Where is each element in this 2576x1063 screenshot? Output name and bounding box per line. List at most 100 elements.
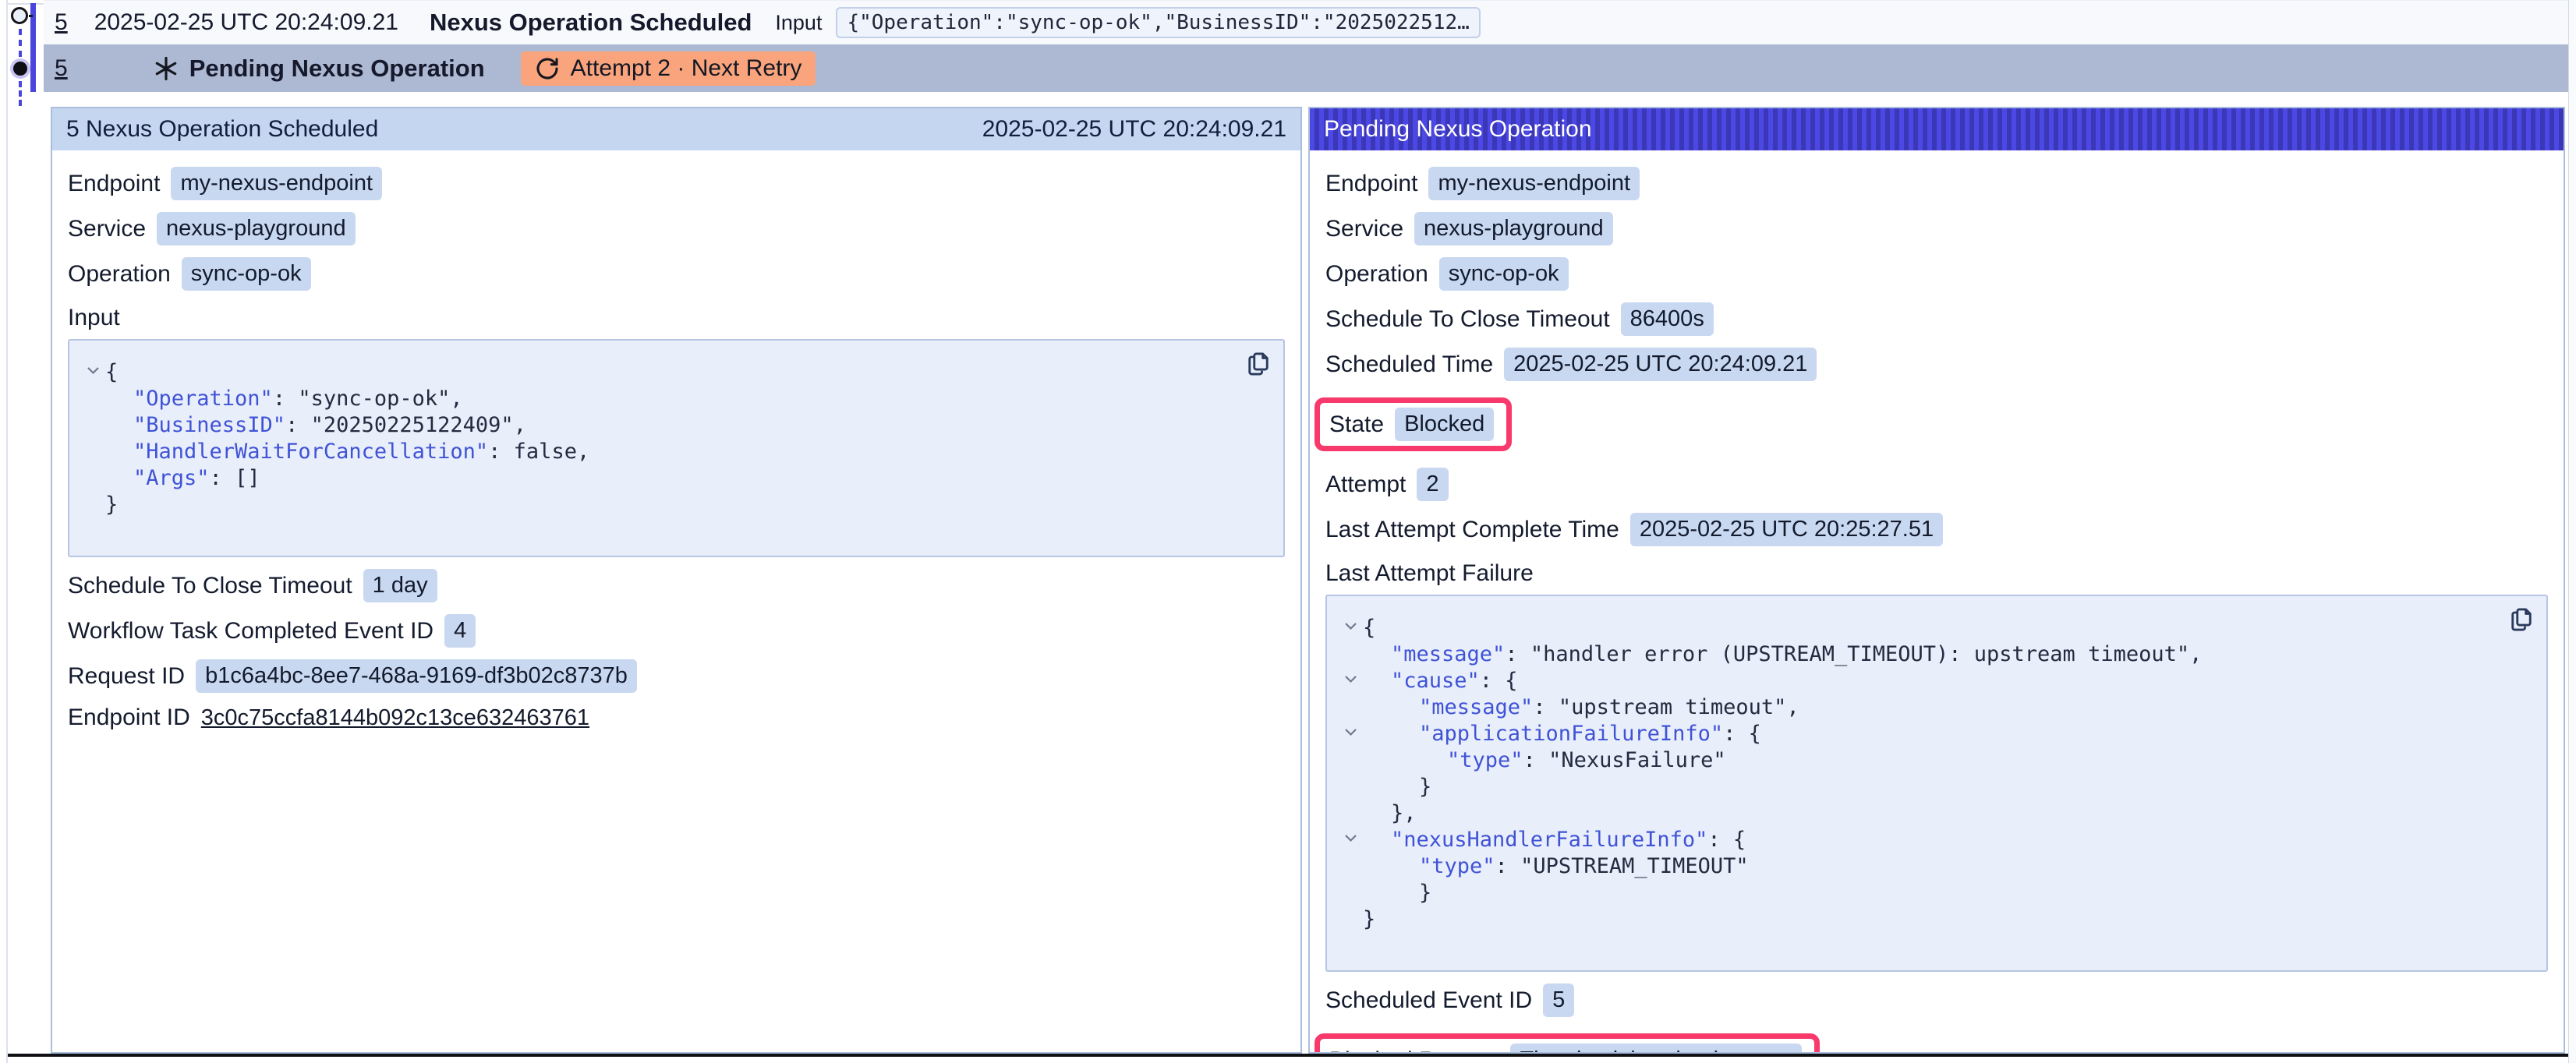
code-text: } <box>105 492 118 518</box>
code-gutter <box>1338 906 1363 913</box>
field-row-operation: Operationsync-op-ok <box>68 257 1285 291</box>
field-row-service: Service nexus-playground <box>68 212 1285 245</box>
event-id-link[interactable]: 5 <box>55 55 68 82</box>
code-line: "message": "handler error (UPSTREAM_TIME… <box>1338 641 2500 668</box>
field-label: Blocked Reason <box>1329 1047 1499 1054</box>
copy-icon[interactable] <box>2507 606 2535 634</box>
field-label: Schedule To Close Timeout <box>68 573 352 599</box>
field-label: Scheduled Time <box>1325 351 1493 378</box>
field-value-link[interactable]: 3c0c75ccfa8144b092c13ce632463761 <box>201 705 589 731</box>
event-row-pending-nexus-operation[interactable]: 5 Pending Nexus Operation Attempt 2 · Ne… <box>44 44 2568 92</box>
field-row-schedule-to-close-timeout: Schedule To Close Timeout1 day <box>68 569 1285 602</box>
code-line: "type": "UPSTREAM_TIMEOUT" <box>1338 853 2500 880</box>
code-line: { <box>1338 615 2500 641</box>
retry-status-badge: Attempt 2 · Next Retry <box>521 51 816 86</box>
field-value-badge: 4 <box>444 614 476 648</box>
code-line: "BusinessID": "20250225122409", <box>80 412 1237 439</box>
code-line: { <box>80 359 1237 386</box>
failure-json-viewer: {"message": "handler error (UPSTREAM_TIM… <box>1325 595 2548 972</box>
code-text: } <box>1419 880 1431 906</box>
code-text: "type": "UPSTREAM_TIMEOUT" <box>1419 853 1749 880</box>
field-label: State <box>1329 411 1384 438</box>
bottom-scroll-boundary <box>8 1054 2568 1057</box>
field-label: Service <box>1325 216 1403 242</box>
code-gutter <box>1338 880 1363 887</box>
field-label: Scheduled Event ID <box>1325 987 1532 1014</box>
code-text: "Operation": "sync-op-ok", <box>133 386 463 412</box>
event-timestamp: 2025-02-25 UTC 20:24:09.21 <box>94 9 398 36</box>
code-line: "cause": { <box>1338 668 2500 694</box>
code-gutter <box>80 465 105 472</box>
retry-badge-label: Attempt 2 · Next Retry <box>571 55 802 82</box>
event-detail-panel-scheduled: 5 Nexus Operation Scheduled 2025-02-25 U… <box>51 107 1302 1054</box>
pending-operation-panel: Pending Nexus Operation Endpointmy-nexus… <box>1308 107 2565 1054</box>
collapse-chevron-icon[interactable] <box>1338 615 1363 630</box>
collapse-chevron-icon[interactable] <box>1338 827 1363 842</box>
timeline-dashed-line <box>19 29 22 57</box>
event-title: Nexus Operation Scheduled <box>430 9 752 37</box>
field-row-last-attempt-complete-time: Last Attempt Complete Time2025-02-25 UTC… <box>1325 513 2548 546</box>
code-text: }, <box>1391 800 1417 827</box>
field-value-badge: 86400s <box>1621 302 1714 336</box>
code-text: "message": "upstream timeout", <box>1419 694 1799 721</box>
field-value-badge: nexus-playground <box>157 212 356 245</box>
code-line: }, <box>1338 800 2500 827</box>
code-text: "applicationFailureInfo": { <box>1419 721 1761 747</box>
input-section-label: Input <box>68 305 1285 331</box>
field-value-badge: sync-op-ok <box>182 257 311 291</box>
pending-panel-title: Pending Nexus Operation <box>1324 116 1592 143</box>
scheduled-panel-timestamp: 2025-02-25 UTC 20:24:09.21 <box>982 116 1286 143</box>
code-line: } <box>1338 774 2500 800</box>
code-text: "message": "handler error (UPSTREAM_TIME… <box>1391 641 2202 668</box>
collapse-chevron-icon[interactable] <box>1338 721 1363 736</box>
event-id-link[interactable]: 5 <box>55 9 68 36</box>
field-row-state: StateBlocked <box>1315 397 1512 451</box>
retry-icon <box>535 56 560 81</box>
field-label: Attempt <box>1325 471 1406 498</box>
code-text: "Args": [] <box>133 465 260 492</box>
field-label: Endpoint <box>1325 171 1417 197</box>
collapse-chevron-icon[interactable] <box>1338 668 1363 683</box>
field-row-request-id: Request ID b1c6a4bc-8ee7-468a-9169-df3b02… <box>68 659 1285 693</box>
code-gutter <box>80 492 105 499</box>
timeline-node-open-icon[interactable] <box>11 7 28 24</box>
code-line: "message": "upstream timeout", <box>1338 694 2500 721</box>
scheduled-fields-bottom: Schedule To Close Timeout1 day Workflow T… <box>68 569 1285 731</box>
page-scrollbar[interactable] <box>2568 0 2576 1063</box>
pending-panel-header: Pending Nexus Operation <box>1310 108 2564 150</box>
code-line: } <box>80 492 1237 518</box>
timeline-dashed-line <box>19 81 22 106</box>
field-value-badge: b1c6a4bc-8ee7-468a-9169-df3b02c8737b <box>196 659 637 693</box>
code-line: "applicationFailureInfo": { <box>1338 721 2500 747</box>
temporal-event-history-screen: 5 2025-02-25 UTC 20:24:09.21 Nexus Opera… <box>0 0 2576 1063</box>
pending-fields-top: Endpointmy-nexus-endpointServicenexus-pl… <box>1325 167 2548 546</box>
code-text: "cause": { <box>1391 668 1518 694</box>
code-gutter <box>1338 641 1363 648</box>
event-input-preview-chip: {"Operation":"sync-op-ok","BusinessID":"… <box>836 7 1480 38</box>
scheduled-panel-header: 5 Nexus Operation Scheduled 2025-02-25 U… <box>52 108 1300 150</box>
event-row-nexus-operation-scheduled[interactable]: 5 2025-02-25 UTC 20:24:09.21 Nexus Opera… <box>44 0 2568 44</box>
collapse-chevron-icon[interactable] <box>80 359 105 375</box>
field-label: Service <box>68 216 146 242</box>
code-text: } <box>1363 906 1375 933</box>
field-value-badge: nexus-playground <box>1414 212 1613 245</box>
left-border <box>6 0 8 1063</box>
field-value-badge: 5 <box>1543 984 1574 1017</box>
code-text: "type": "NexusFailure" <box>1447 747 1726 774</box>
field-label: Request ID <box>68 663 185 690</box>
field-label: Endpoint <box>68 171 160 197</box>
code-text: { <box>105 359 118 386</box>
field-label: Operation <box>1325 261 1428 288</box>
code-line: "Args": [] <box>80 465 1237 492</box>
top-divider <box>8 3 44 5</box>
failure-section-label: Last Attempt Failure <box>1325 560 2548 587</box>
code-text: "HandlerWaitForCancellation": false, <box>133 439 589 465</box>
field-label: Workflow Task Completed Event ID <box>68 618 433 645</box>
copy-icon[interactable] <box>1244 350 1272 378</box>
field-row-workflow-task-completed-event-id: Workflow Task Completed Event ID 4 <box>68 614 1285 648</box>
field-value-badge: sync-op-ok <box>1439 257 1569 291</box>
code-gutter <box>1338 853 1363 860</box>
scheduled-panel-title: 5 Nexus Operation Scheduled <box>66 116 378 143</box>
field-row-endpoint: Endpointmy-nexus-endpoint <box>68 167 1285 200</box>
timeline-node-current-icon[interactable] <box>10 58 30 79</box>
